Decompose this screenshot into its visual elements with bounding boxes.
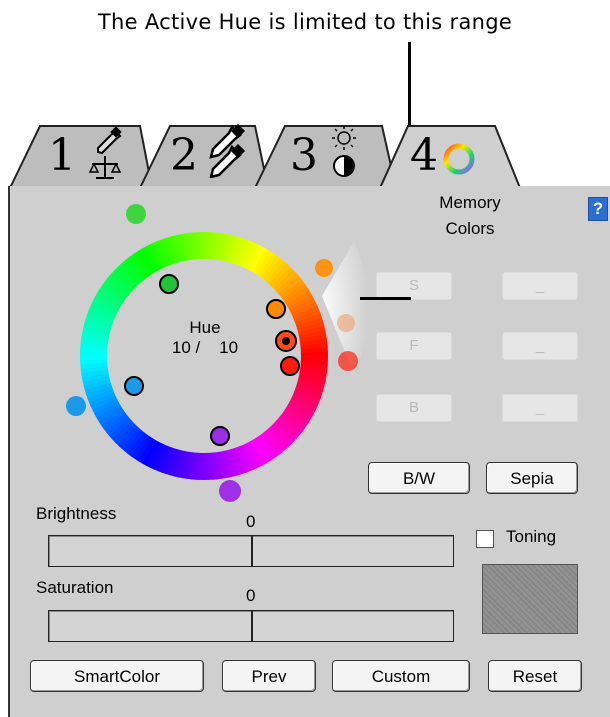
memory-slot-1-button[interactable]: _ [502,272,578,300]
memory-slot-3-button[interactable]: _ [502,394,578,422]
double-eyedropper-icon [209,124,246,178]
sepia-button[interactable]: Sepia [486,462,578,494]
tab-3-number: 3 [290,130,318,181]
eyedropper-scale-icon [88,126,122,179]
saturation-value: 0 [246,586,256,605]
tab-1-number: 1 [48,130,76,181]
bw-button[interactable]: B/W [368,462,470,494]
brightness-slider[interactable] [48,535,454,567]
help-icon[interactable]: ? [588,197,608,221]
toning-checkbox[interactable] [476,530,494,548]
memory-blue-sky-button[interactable]: B [376,394,452,422]
tab-4[interactable]: 4 [392,120,512,190]
memory-foliage-button[interactable]: F [376,332,452,360]
tab-1[interactable]: 1 [18,120,143,190]
memory-skin-button[interactable]: S [376,272,452,300]
toning-label: Toning [506,527,557,546]
hue-readout: Hue 10 / 10 [160,318,250,358]
brightness-contrast-icon [332,126,356,177]
prev-button[interactable]: Prev [222,660,316,692]
tab-strip: 1 2 3 4 [0,120,610,192]
brightness-label: Brightness [36,504,117,523]
brightness-value: 0 [246,512,256,531]
saturation-label: Saturation [36,578,114,597]
tab-2-number: 2 [170,130,198,181]
inner-hue-markers [124,274,300,446]
reset-button[interactable]: Reset [488,660,582,692]
hue-label: Hue [189,318,221,337]
saturation-slider-thumb[interactable] [251,611,253,641]
memory-colors-title: Memory Colors [410,190,530,242]
memory-slot-2-button[interactable]: _ [502,332,578,360]
memory-colors-panel: Memory Colors ? Hue 10 / 10 S _ F _ B _ … [8,186,610,717]
hue-value: 10 / 10 [160,338,250,358]
tab-2[interactable]: 2 [150,120,260,190]
callout-pointer [360,297,411,300]
saturation-slider[interactable] [48,610,454,642]
brightness-slider-thumb[interactable] [251,536,253,566]
memory-title-line1: Memory [439,193,501,212]
tab-3[interactable]: 3 [268,120,388,190]
color-ring-icon [443,143,475,175]
hue-total: 10 [219,338,239,357]
callout-text: The Active Hue is limited to this range [97,10,513,34]
toning-color-swatch[interactable] [482,564,578,634]
tab-4-number: 4 [410,130,438,181]
memory-title-line2: Colors [445,219,495,238]
custom-button[interactable]: Custom [332,660,470,692]
smartcolor-button[interactable]: SmartColor [30,660,204,692]
hue-current: 10 / [171,338,201,357]
